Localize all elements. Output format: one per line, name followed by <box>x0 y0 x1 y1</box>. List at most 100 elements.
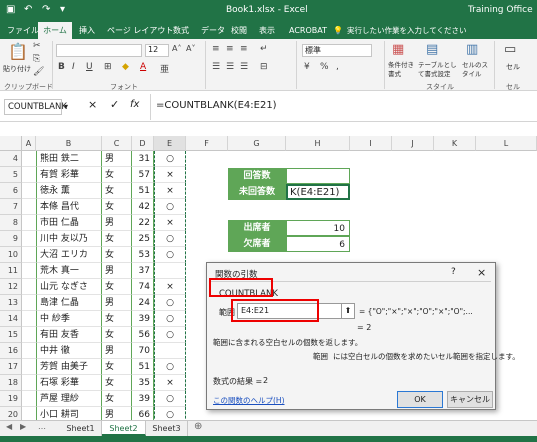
cell-a[interactable] <box>22 375 36 391</box>
cell-a[interactable] <box>22 295 36 311</box>
cancel-formula-button[interactable]: × <box>88 98 97 111</box>
cell-age[interactable]: 37 <box>132 263 154 279</box>
cell-attendance[interactable] <box>154 343 186 359</box>
phonetic-icon[interactable]: 亜 <box>160 62 169 75</box>
row-header[interactable]: 13 <box>0 295 22 311</box>
enter-formula-button[interactable]: ✓ <box>110 98 119 111</box>
cell-gender[interactable]: 男 <box>102 407 132 420</box>
undo-icon[interactable]: ↶ <box>24 4 32 16</box>
tab-acrobat[interactable]: ACROBAT <box>286 22 330 39</box>
tab-data[interactable]: データ <box>198 22 228 39</box>
cell-a[interactable] <box>22 391 36 407</box>
row-header[interactable]: 17 <box>0 359 22 375</box>
row-header[interactable]: 11 <box>0 263 22 279</box>
absent-value[interactable]: 6 <box>286 236 350 252</box>
sheet-tab-sheet2[interactable]: Sheet2 <box>102 421 146 436</box>
dialog-help-button[interactable]: ? <box>451 267 456 277</box>
row-header[interactable]: 18 <box>0 375 22 391</box>
column-header-j[interactable]: J <box>392 136 434 151</box>
cell-name[interactable]: 本條 昌代 <box>36 199 102 215</box>
paste-icon[interactable]: 📋 <box>6 42 30 62</box>
align-center-icon[interactable]: ☰ <box>226 62 234 72</box>
cell-a[interactable] <box>22 231 36 247</box>
cell-group-button[interactable]: セル <box>506 63 520 72</box>
row-header[interactable]: 20 <box>0 407 22 420</box>
conditional-format-icon[interactable]: ▦ <box>392 42 404 57</box>
cell-age[interactable]: 39 <box>132 311 154 327</box>
column-header-c[interactable]: C <box>102 136 132 151</box>
present-value[interactable]: 10 <box>286 220 350 236</box>
cell-a[interactable] <box>22 151 36 167</box>
table-format-icon[interactable]: ▤ <box>426 42 438 57</box>
cell-attendance[interactable]: ○ <box>154 311 186 327</box>
name-box[interactable]: COUNTBLANK <box>4 99 67 115</box>
comma-icon[interactable]: , <box>336 62 339 72</box>
cell-age[interactable]: 25 <box>132 231 154 247</box>
name-box-dropdown-icon[interactable]: ▾ <box>64 99 74 115</box>
fill-color-icon[interactable]: ◆ <box>122 62 129 72</box>
column-header-e[interactable]: E <box>154 136 186 151</box>
font-color-button[interactable]: A <box>140 62 146 72</box>
cell-attendance[interactable]: ○ <box>154 295 186 311</box>
table-format-button[interactable]: テーブルとして書式設定 <box>418 61 462 79</box>
cell-attendance[interactable]: ○ <box>154 151 186 167</box>
row-header[interactable]: 16 <box>0 343 22 359</box>
sheet-tab-sheet1[interactable]: Sheet1 <box>60 421 102 436</box>
cell-gender[interactable]: 女 <box>102 231 132 247</box>
cell-name[interactable]: 市田 仁晶 <box>36 215 102 231</box>
tab-file[interactable]: ファイル <box>4 22 42 39</box>
cell-a[interactable] <box>22 167 36 183</box>
cell-age[interactable]: 53 <box>132 247 154 263</box>
row-header[interactable]: 9 <box>0 231 22 247</box>
cell-age[interactable]: 66 <box>132 407 154 420</box>
row-header[interactable]: 7 <box>0 199 22 215</box>
cell-name[interactable]: 徳永 薫 <box>36 183 102 199</box>
column-header-g[interactable]: G <box>228 136 286 151</box>
cell-a[interactable] <box>22 359 36 375</box>
cell-age[interactable]: 74 <box>132 279 154 295</box>
cell-a[interactable] <box>22 311 36 327</box>
help-link[interactable]: この関数のヘルプ(H) <box>213 395 285 406</box>
cell-a[interactable] <box>22 183 36 199</box>
cell-name[interactable]: 川中 友以乃 <box>36 231 102 247</box>
cell-a[interactable] <box>22 343 36 359</box>
cell-insert-icon[interactable]: ▭ <box>504 42 516 57</box>
cell-name[interactable]: 芳賀 由美子 <box>36 359 102 375</box>
row-header[interactable]: 14 <box>0 311 22 327</box>
column-header-b[interactable]: B <box>36 136 102 151</box>
cell-age[interactable]: 51 <box>132 359 154 375</box>
row-header[interactable]: 10 <box>0 247 22 263</box>
font-name-combo[interactable] <box>56 44 142 57</box>
column-header-l[interactable]: L <box>476 136 537 151</box>
cell-age[interactable]: 51 <box>132 183 154 199</box>
column-header-h[interactable]: H <box>286 136 350 151</box>
cell-a[interactable] <box>22 247 36 263</box>
cell-gender[interactable]: 男 <box>102 215 132 231</box>
row-header[interactable]: 19 <box>0 391 22 407</box>
align-bottom-icon[interactable]: ≡ <box>240 44 248 54</box>
format-painter-icon[interactable]: 🖌 <box>33 67 44 77</box>
cell-name[interactable]: 中井 徹 <box>36 343 102 359</box>
cell-attendance[interactable]: ○ <box>154 327 186 343</box>
cell-a[interactable] <box>22 407 36 420</box>
cell-name[interactable]: 石塚 彩華 <box>36 375 102 391</box>
row-header[interactable]: 12 <box>0 279 22 295</box>
cell-attendance[interactable]: ○ <box>154 359 186 375</box>
cell-name[interactable]: 大沼 エリカ <box>36 247 102 263</box>
cell-age[interactable]: 22 <box>132 215 154 231</box>
formula-input[interactable]: =COUNTBLANK(E4:E21) <box>156 100 277 111</box>
percent-button[interactable]: % <box>320 62 329 72</box>
column-header-k[interactable]: K <box>434 136 476 151</box>
cell-age[interactable]: 31 <box>132 151 154 167</box>
insert-function-button[interactable]: fx <box>130 99 139 110</box>
column-header-d[interactable]: D <box>132 136 154 151</box>
cell-attendance[interactable]: × <box>154 183 186 199</box>
row-header[interactable]: 8 <box>0 215 22 231</box>
select-all-corner[interactable] <box>0 136 22 151</box>
cell-a[interactable] <box>22 279 36 295</box>
column-header-i[interactable]: I <box>350 136 392 151</box>
align-middle-icon[interactable]: ≡ <box>226 44 234 54</box>
cell-gender[interactable]: 女 <box>102 247 132 263</box>
wrap-text-icon[interactable]: ↵ <box>260 44 268 54</box>
cancel-button[interactable]: キャンセル <box>447 391 493 408</box>
